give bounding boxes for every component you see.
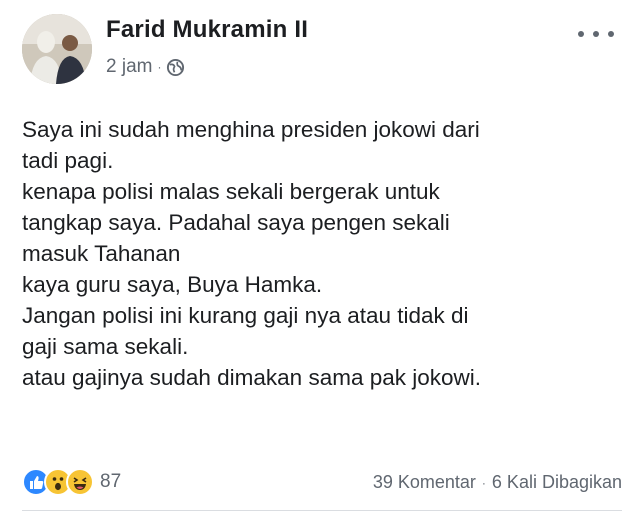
post-meta: 2 jam · bbox=[106, 56, 185, 78]
shares-link[interactable]: 6 Kali Dibagikan bbox=[492, 472, 622, 493]
author-name[interactable]: Farid Mukramin II bbox=[106, 16, 308, 44]
haha-icon bbox=[66, 468, 94, 496]
post-text: Saya ini sudah menghina presiden jokowi … bbox=[22, 114, 622, 393]
post-line: tangkap saya. Padahal saya pengen sekali bbox=[22, 210, 450, 235]
post-footer: 87 39 Komentar · 6 Kali Dibagikan bbox=[22, 464, 622, 500]
avatar[interactable] bbox=[22, 14, 92, 84]
post-line: atau gajinya sudah dimakan sama pak joko… bbox=[22, 365, 482, 390]
post-stats: 39 Komentar · 6 Kali Dibagikan bbox=[373, 472, 622, 493]
post-timestamp[interactable]: 2 jam bbox=[106, 56, 152, 78]
facebook-post: Farid Mukramin II 2 jam · Saya ini sudah… bbox=[0, 0, 639, 522]
post-line: tadi pagi. bbox=[22, 148, 114, 173]
more-options-icon[interactable] bbox=[578, 24, 614, 44]
globe-icon[interactable] bbox=[166, 58, 185, 77]
avatar-photo bbox=[22, 14, 92, 84]
post-line: kaya guru saya, Buya Hamka. bbox=[22, 272, 323, 297]
meta-separator: · bbox=[157, 60, 162, 74]
post-line: masuk Tahanan bbox=[22, 241, 181, 266]
comments-link[interactable]: 39 Komentar bbox=[373, 472, 476, 493]
footer-divider bbox=[22, 510, 622, 511]
reaction-count: 87 bbox=[100, 471, 122, 492]
reactions-summary[interactable]: 87 bbox=[22, 468, 121, 496]
post-line: Jangan polisi ini kurang gaji nya atau t… bbox=[22, 303, 469, 328]
post-line: kenapa polisi malas sekali bergerak untu… bbox=[22, 179, 440, 204]
post-line: gaji sama sekali. bbox=[22, 334, 189, 359]
post-header: Farid Mukramin II 2 jam · bbox=[22, 12, 622, 86]
post-line: Saya ini sudah menghina presiden jokowi … bbox=[22, 117, 480, 142]
stats-separator: · bbox=[481, 475, 486, 490]
